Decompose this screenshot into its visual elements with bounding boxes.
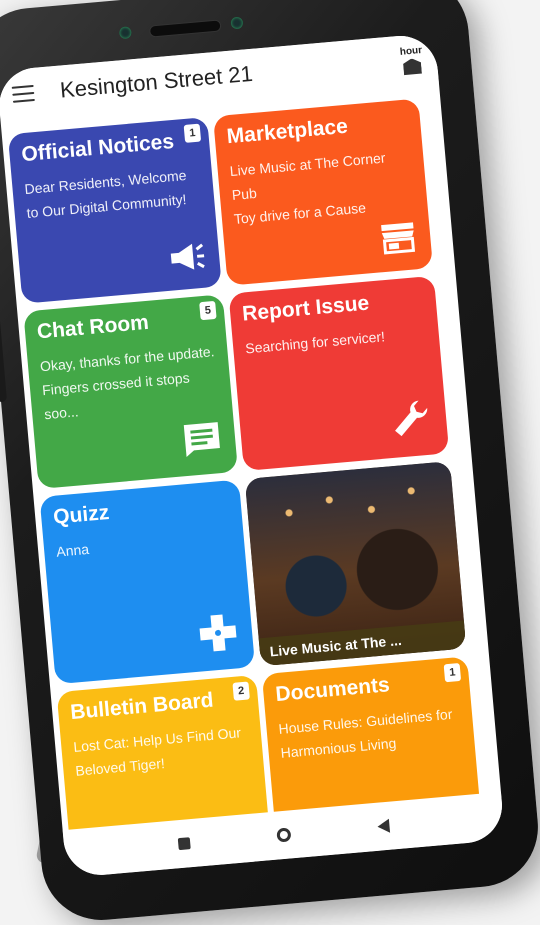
tile-title: Chat Room	[36, 310, 150, 344]
tile-text: Anna	[55, 540, 90, 560]
app-title: Kesington Street 21	[59, 60, 254, 103]
chat-icon	[182, 420, 223, 464]
tile-title: Bulletin Board	[69, 688, 215, 725]
dashboard-grid: Official Notices 1 Dear Residents, Welco…	[7, 89, 500, 878]
tile-official-notices[interactable]: Official Notices 1 Dear Residents, Welco…	[7, 116, 222, 304]
storefront-icon	[379, 220, 418, 260]
tile-marketplace[interactable]: Marketplace Live Music at The Corner Pub…	[212, 98, 434, 286]
speaker-grille	[148, 19, 222, 38]
megaphone-icon	[168, 241, 207, 279]
tile-text: Searching for servicer!	[244, 328, 386, 357]
tile-event-photo[interactable]: Live Music at The ...	[244, 461, 467, 667]
hour-button[interactable]: hour	[399, 44, 424, 75]
tile-text: Lost Cat: Help Us Find Our Beloved Tiger…	[72, 724, 242, 779]
wrench-icon	[388, 396, 434, 446]
tile-quizz[interactable]: Quizz Anna	[39, 479, 256, 685]
tile-title: Official Notices	[20, 129, 175, 167]
tile-chat-room[interactable]: Chat Room 5 Okay, thanks for the update.…	[23, 294, 239, 490]
tile-title: Marketplace	[225, 114, 349, 149]
sensor-icon	[230, 16, 244, 30]
tile-text: House Rules: Guidelines for Harmonious L…	[277, 705, 453, 761]
home-button[interactable]	[276, 827, 292, 843]
tile-title: Documents	[274, 673, 391, 707]
phone-frame: Kesington Street 21 hour Official Notice…	[0, 0, 540, 925]
building-icon	[403, 58, 422, 76]
back-button[interactable]	[377, 818, 391, 834]
tile-title: Report Issue	[241, 291, 371, 326]
hour-label: hour	[399, 44, 423, 58]
unread-badge: 5	[199, 300, 217, 321]
tile-title: Quizz	[52, 501, 111, 529]
unread-badge: 2	[232, 681, 250, 701]
gamepad-icon	[196, 611, 240, 659]
tile-report-issue[interactable]: Report Issue Searching for servicer!	[228, 275, 450, 472]
camera-icon	[118, 26, 132, 40]
recents-button[interactable]	[177, 837, 191, 851]
menu-icon[interactable]	[11, 84, 35, 103]
app-screen: Kesington Street 21 hour Official Notice…	[0, 32, 506, 879]
tile-text: Dear Residents, Welcome to Our Digital C…	[23, 166, 188, 221]
unread-badge: 1	[443, 662, 462, 683]
tile-text: Okay, thanks for the update. Fingers cro…	[39, 343, 215, 423]
unread-badge: 1	[183, 123, 202, 143]
